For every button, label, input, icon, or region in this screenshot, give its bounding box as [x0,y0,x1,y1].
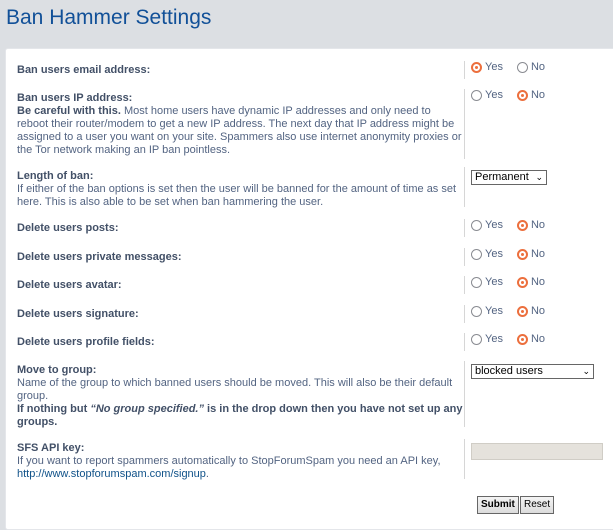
radio-unchecked-icon [471,219,482,231]
delete-profile-fields-radio-group: Yes No [471,333,559,345]
radio-label: No [530,61,546,73]
radio-unchecked-icon [471,89,482,101]
setting-description: If either of the ban options is set then… [17,183,457,208]
radio-checked-icon [516,219,528,231]
radio-unchecked-icon [471,276,482,288]
radio-label: No [530,89,546,101]
ban-email-radio-group: Yes No [471,61,559,73]
radio-unchecked-icon [471,305,482,317]
ban-ip-yes-radio[interactable]: Yes [471,89,503,101]
setting-label: Move to group: [17,364,97,376]
setting-label: Delete users profile fields: [17,336,155,348]
select-value: blocked users [475,365,543,377]
sfs-signup-link[interactable]: http://www.stopforumspam.com/signup [17,468,206,480]
radio-unchecked-icon [471,333,482,345]
setting-label: Delete users signature: [17,308,139,320]
radio-label: Yes [485,89,503,101]
delete-signature-no-radio[interactable]: No [516,305,546,317]
chevron-down-icon: ⌄ [535,171,543,182]
radio-unchecked-icon [471,248,482,260]
radio-label: No [530,276,546,288]
ban-email-no-radio[interactable]: No [516,61,546,73]
setting-label: Delete users posts: [17,222,119,234]
setting-label: SFS API key: [17,442,85,454]
radio-label: Yes [485,276,503,288]
setting-warning: Be careful with this. [17,105,121,117]
setting-label: Ban users IP address: [17,92,133,104]
setting-description: If you want to report spammers automatic… [17,455,441,467]
move-group-select[interactable]: blocked users ⌄ [471,363,594,379]
ban-email-yes-radio[interactable]: Yes [471,61,503,73]
radio-checked-icon [516,89,528,101]
setting-label: Delete users avatar: [17,279,122,291]
delete-posts-no-radio[interactable]: No [516,219,546,231]
radio-label: Yes [485,333,503,345]
delete-signature-yes-radio[interactable]: Yes [471,305,503,317]
delete-pms-no-radio[interactable]: No [516,248,546,260]
radio-checked-icon [516,333,528,345]
setting-label: Delete users private messages: [17,251,182,263]
delete-pms-yes-radio[interactable]: Yes [471,248,503,260]
radio-label: No [530,248,546,260]
delete-signature-radio-group: Yes No [471,305,559,317]
reset-button[interactable]: Reset [520,496,555,514]
radio-checked-icon [516,305,528,317]
delete-profile-fields-no-radio[interactable]: No [516,333,546,345]
radio-label: No [530,219,546,231]
ban-ip-no-radio[interactable]: No [516,89,546,101]
ban-length-select[interactable]: Permanent ⌄ [471,169,547,185]
delete-profile-fields-yes-radio[interactable]: Yes [471,333,503,345]
page-title: Ban Hammer Settings [6,6,212,29]
setting-label: Ban users email address: [17,64,151,76]
submit-button[interactable]: Submit [477,496,519,514]
ban-ip-radio-group: Yes No [471,89,559,101]
radio-label: Yes [485,219,503,231]
setting-description: Name of the group to which banned users … [17,377,453,402]
radio-label: No [530,305,546,317]
delete-posts-radio-group: Yes No [471,219,559,231]
radio-label: No [530,333,546,345]
radio-checked-icon [516,276,528,288]
radio-label: Yes [485,61,503,73]
settings-panel: Ban users email address: Yes No Ban user… [5,48,613,530]
radio-checked-icon [516,248,528,260]
setting-note: If nothing but “No group specified.” is … [17,403,463,428]
select-value: Permanent [475,171,529,183]
delete-avatar-no-radio[interactable]: No [516,276,546,288]
sfs-api-key-input[interactable] [471,443,603,460]
delete-posts-yes-radio[interactable]: Yes [471,219,503,231]
delete-avatar-radio-group: Yes No [471,276,559,288]
radio-label: Yes [485,248,503,260]
delete-avatar-yes-radio[interactable]: Yes [471,276,503,288]
chevron-down-icon: ⌄ [582,365,590,376]
radio-unchecked-icon [516,61,528,73]
radio-label: Yes [485,305,503,317]
setting-label: Length of ban: [17,170,94,182]
setting-note-italic: “No group specified.” [90,403,204,415]
radio-checked-icon [471,61,482,73]
delete-pms-radio-group: Yes No [471,248,559,260]
